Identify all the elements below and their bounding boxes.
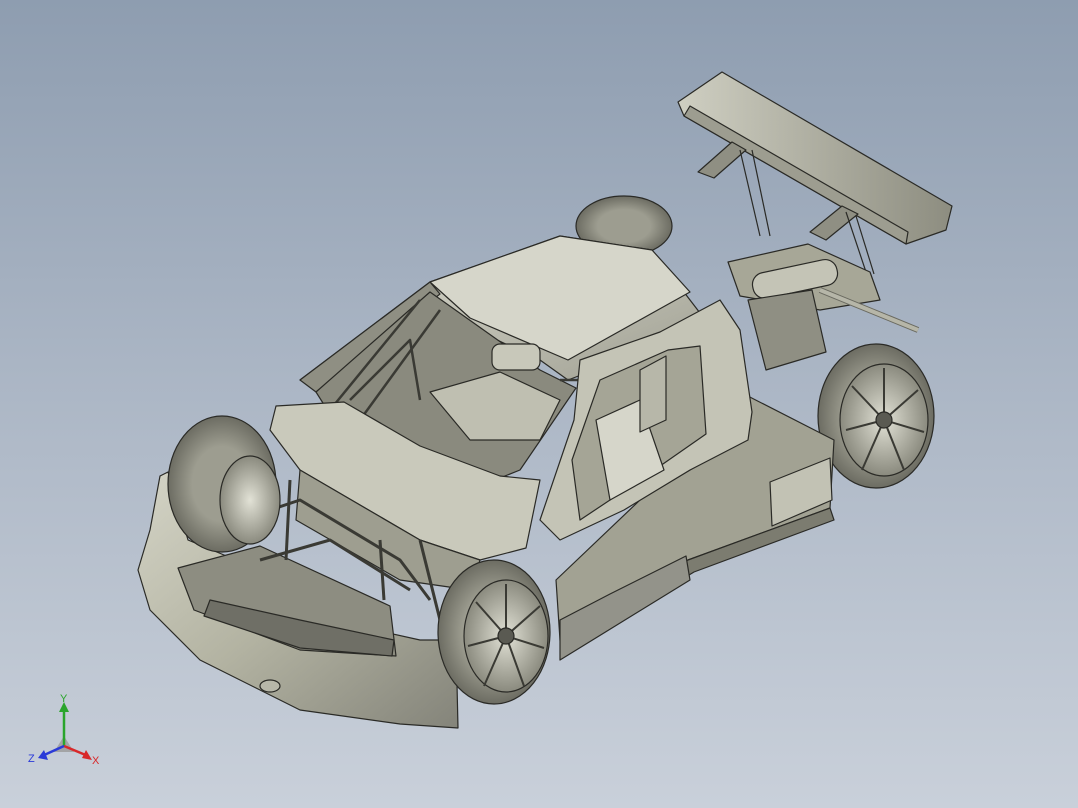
- z-axis-label: Z: [28, 753, 35, 765]
- rear-right-wheel[interactable]: [817, 343, 935, 489]
- front-left-wheel[interactable]: [167, 415, 281, 553]
- y-axis-label: Y: [60, 694, 68, 705]
- cad-3d-viewport[interactable]: Y X Z: [0, 0, 1078, 808]
- race-car-3d-model[interactable]: [0, 0, 1078, 808]
- rear-wing[interactable]: [677, 71, 953, 275]
- front-right-wheel[interactable]: [437, 559, 551, 705]
- x-axis-label: X: [92, 755, 100, 767]
- axis-triad: Y X Z: [28, 694, 100, 767]
